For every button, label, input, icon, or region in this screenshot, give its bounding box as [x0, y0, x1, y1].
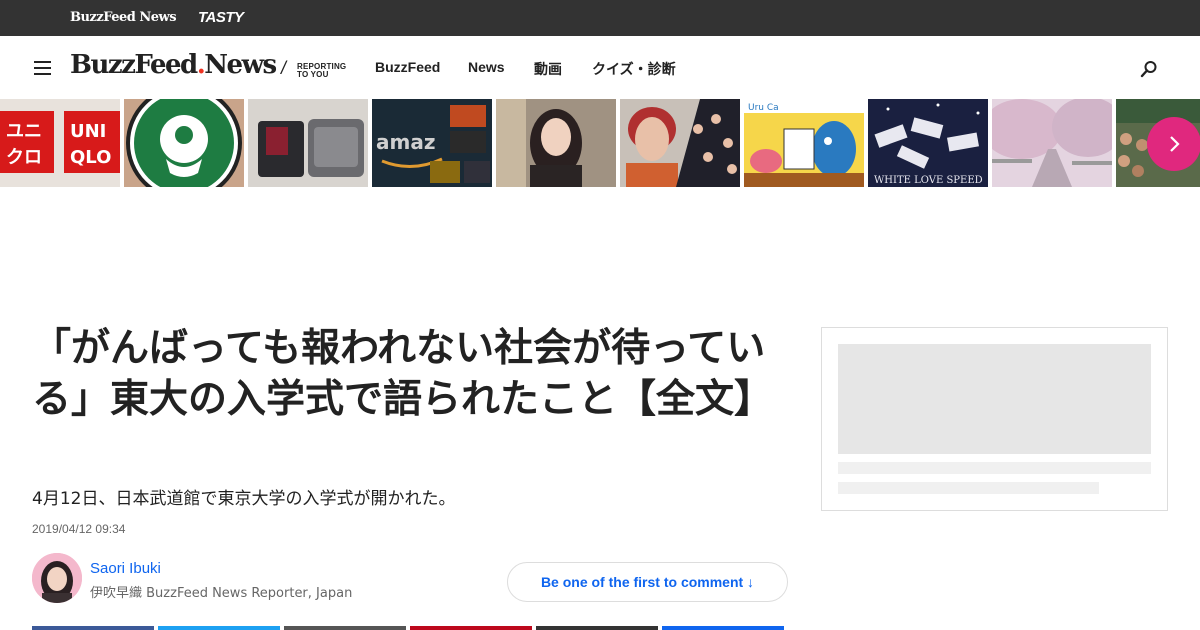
svg-text:Uru Ca: Uru Ca: [748, 103, 779, 113]
share-more-button[interactable]: [662, 626, 784, 630]
thumbnail-white-love-speed[interactable]: WHITE LOVE SPEED: [868, 99, 988, 187]
author-avatar[interactable]: [32, 553, 82, 603]
related-thumbnail-strip: ユニ クロ UNI QLO amaz Uru Ca WHITE LOVE SPE…: [0, 99, 1200, 187]
menu-icon[interactable]: [34, 61, 51, 75]
thumbnail-cherry-blossoms[interactable]: [992, 99, 1112, 187]
share-copy-link-button[interactable]: [284, 626, 406, 630]
svg-text:クロ: クロ: [6, 147, 42, 168]
article-dek: 4月12日、日本武道館で東京大学の入学式が開かれた。: [32, 489, 456, 509]
thumbnail-woman-portrait[interactable]: [496, 99, 616, 187]
svg-text:ユニ: ユニ: [6, 121, 42, 142]
top-bar: BuzzFeed News TASTY: [0, 0, 1200, 36]
logo-news-text: News: [204, 50, 277, 80]
sidebar-text-placeholder-2: [838, 482, 1099, 494]
nav-buzzfeed[interactable]: BuzzFeed: [375, 59, 440, 75]
thumbnail-amazon-video[interactable]: amaz: [372, 99, 492, 187]
author-name-link[interactable]: Saori Ibuki: [90, 560, 161, 577]
sidebar-text-placeholder-1: [838, 462, 1151, 474]
share-email-button[interactable]: [536, 626, 658, 630]
main-header: BuzzFeed.News / REPORTING TO YOU BuzzFee…: [0, 36, 1200, 98]
search-icon[interactable]: [1140, 60, 1158, 78]
nav-quiz[interactable]: クイズ・診断: [592, 59, 676, 79]
thumbnail-travel-pouch[interactable]: [248, 99, 368, 187]
nav-news[interactable]: News: [468, 59, 505, 75]
thumbnail-woman-red-hair[interactable]: [620, 99, 740, 187]
site-logo[interactable]: BuzzFeed.News: [70, 50, 277, 80]
share-facebook-button[interactable]: [32, 626, 154, 630]
thumbnail-uniqlo[interactable]: ユニ クロ UNI QLO: [0, 99, 120, 187]
svg-text:UNI: UNI: [70, 121, 106, 142]
comment-button[interactable]: Be one of the first to comment ↓: [507, 562, 788, 602]
article-headline: 「がんばっても報われない社会が待っている」東大の入学式で語られたこと【全文】: [32, 326, 774, 422]
buzzfeed-news-link[interactable]: BuzzFeed News: [70, 10, 177, 25]
sidebar-ad-placeholder: [821, 327, 1168, 511]
sidebar-image-placeholder: [838, 344, 1151, 454]
share-twitter-button[interactable]: [158, 626, 280, 630]
nav-video[interactable]: 動画: [534, 59, 562, 79]
tagline-line2: TO YOU: [297, 70, 329, 79]
tagline: REPORTING TO YOU: [297, 63, 357, 79]
tagline-slash: /: [281, 58, 287, 78]
carousel-next-button[interactable]: [1147, 117, 1200, 171]
svg-text:QLO: QLO: [70, 147, 111, 168]
svg-text:amaz: amaz: [376, 130, 435, 154]
tasty-link[interactable]: TASTY: [198, 9, 244, 26]
share-pinterest-button[interactable]: [410, 626, 532, 630]
thumbnail-starbucks[interactable]: [124, 99, 244, 187]
publish-date: 2019/04/12 09:34: [32, 522, 126, 536]
logo-text: BuzzFeed: [70, 50, 198, 80]
thumbnail-illustration[interactable]: Uru Ca: [744, 99, 864, 187]
svg-text:WHITE LOVE SPEED: WHITE LOVE SPEED: [874, 175, 983, 186]
author-title: 伊吹早織 BuzzFeed News Reporter, Japan: [90, 586, 353, 601]
chevron-right-icon: [1170, 136, 1180, 152]
